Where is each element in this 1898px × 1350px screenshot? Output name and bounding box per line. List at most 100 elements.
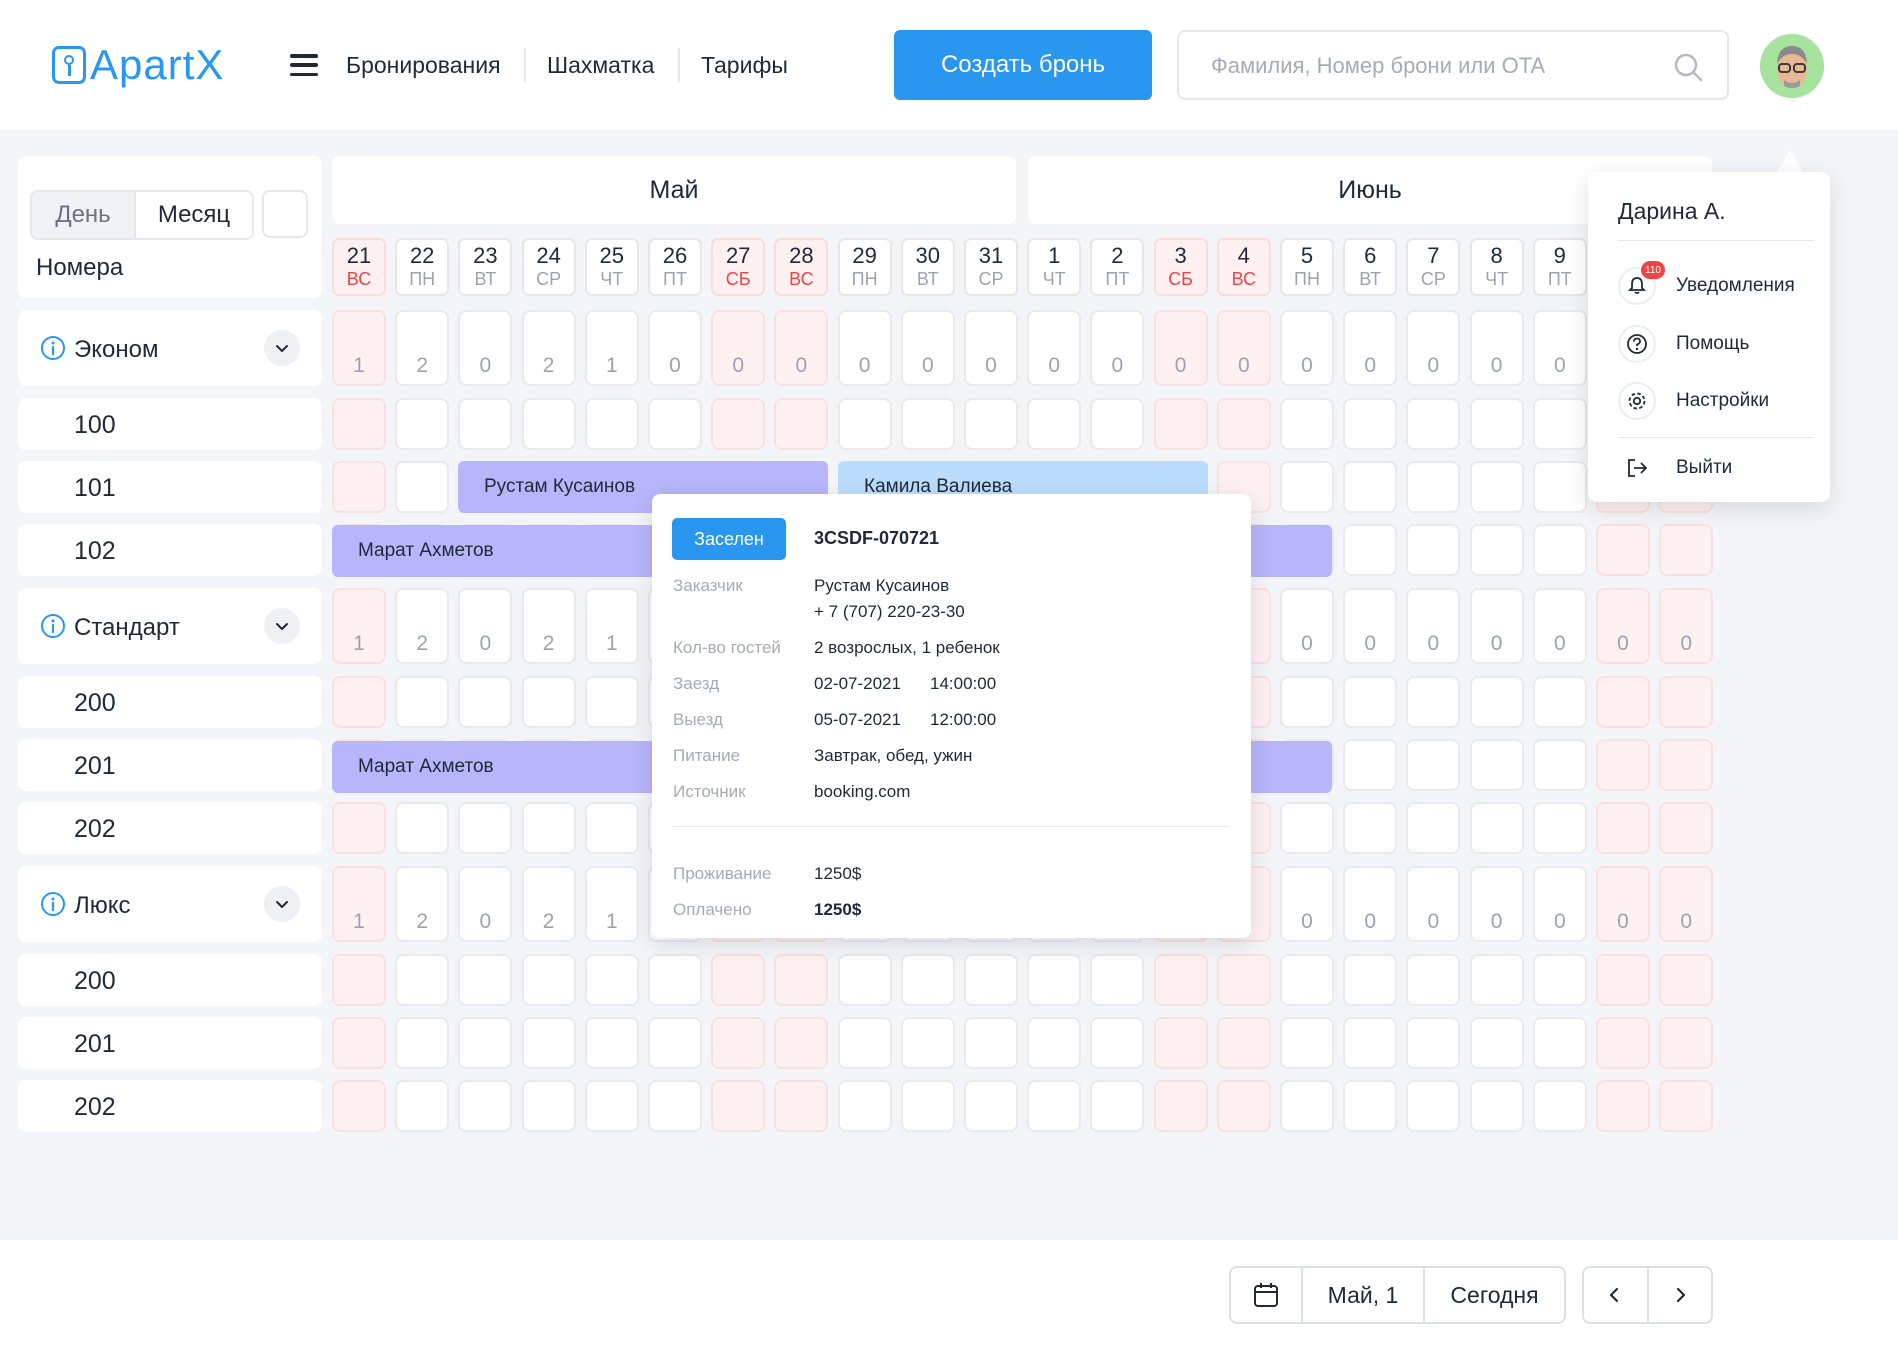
room-day-cell[interactable] bbox=[1659, 1080, 1714, 1132]
room-day-cell[interactable] bbox=[332, 676, 386, 728]
room-day-cell[interactable] bbox=[1469, 739, 1524, 791]
room-day-cell[interactable] bbox=[395, 954, 450, 1006]
room-day-cell[interactable] bbox=[1406, 802, 1461, 854]
room-day-cell[interactable] bbox=[900, 954, 955, 1006]
room-day-cell[interactable] bbox=[964, 398, 1018, 450]
room-day-cell[interactable] bbox=[1469, 802, 1524, 854]
room-day-cell[interactable] bbox=[648, 1080, 702, 1132]
room-day-cell[interactable] bbox=[711, 398, 766, 450]
room-day-cell[interactable] bbox=[900, 1017, 955, 1069]
today-button[interactable]: Сегодня bbox=[1425, 1268, 1564, 1322]
room-day-cell[interactable] bbox=[1532, 1017, 1587, 1069]
room-day-cell[interactable] bbox=[1532, 739, 1587, 791]
room-day-cell[interactable] bbox=[1280, 1017, 1334, 1069]
extra-toggle-button[interactable] bbox=[262, 190, 308, 238]
current-date-button[interactable]: Май, 1 bbox=[1303, 1268, 1425, 1322]
room-day-cell[interactable] bbox=[1280, 461, 1334, 513]
menu-notifications[interactable]: 110 Уведомления bbox=[1618, 261, 1814, 306]
room-day-cell[interactable] bbox=[1406, 461, 1461, 513]
room-day-cell[interactable] bbox=[1343, 739, 1398, 791]
room-day-cell[interactable] bbox=[1027, 1080, 1082, 1132]
room-day-cell[interactable] bbox=[458, 954, 513, 1006]
room-day-cell[interactable] bbox=[458, 676, 513, 728]
room-day-cell[interactable] bbox=[774, 1017, 829, 1069]
room-day-cell[interactable] bbox=[774, 398, 829, 450]
room-day-cell[interactable] bbox=[458, 802, 513, 854]
room-day-cell[interactable] bbox=[1343, 676, 1398, 728]
room-day-cell[interactable] bbox=[1469, 524, 1524, 576]
room-day-cell[interactable] bbox=[711, 1080, 766, 1132]
room-day-cell[interactable] bbox=[1659, 954, 1714, 1006]
menu-icon[interactable] bbox=[290, 54, 318, 76]
room-day-cell[interactable] bbox=[1406, 739, 1461, 791]
room-day-cell[interactable] bbox=[584, 398, 639, 450]
room-day-cell[interactable] bbox=[1406, 1080, 1461, 1132]
room-day-cell[interactable] bbox=[1406, 954, 1461, 1006]
room-day-cell[interactable] bbox=[964, 1017, 1018, 1069]
room-day-cell[interactable] bbox=[584, 1080, 639, 1132]
room-day-cell[interactable] bbox=[584, 1017, 639, 1069]
nav-bookings[interactable]: Бронирования bbox=[346, 46, 501, 84]
room-day-cell[interactable] bbox=[395, 1080, 450, 1132]
room-day-cell[interactable] bbox=[1532, 398, 1587, 450]
calendar-icon[interactable] bbox=[1231, 1268, 1303, 1322]
room-day-cell[interactable] bbox=[1532, 802, 1587, 854]
room-day-cell[interactable] bbox=[1659, 802, 1714, 854]
room-day-cell[interactable] bbox=[774, 1080, 829, 1132]
room-day-cell[interactable] bbox=[1090, 1017, 1145, 1069]
room-day-cell[interactable] bbox=[1469, 461, 1524, 513]
room-day-cell[interactable] bbox=[521, 954, 576, 1006]
room-day-cell[interactable] bbox=[1153, 1080, 1208, 1132]
chevron-right-icon[interactable] bbox=[1649, 1268, 1712, 1322]
chevron-down-icon[interactable] bbox=[264, 608, 300, 644]
room-day-cell[interactable] bbox=[332, 802, 386, 854]
room-day-cell[interactable] bbox=[1596, 676, 1650, 728]
room-day-cell[interactable] bbox=[711, 954, 766, 1006]
room-day-cell[interactable] bbox=[1343, 461, 1398, 513]
room-day-cell[interactable] bbox=[648, 398, 702, 450]
nav-rates[interactable]: Тарифы bbox=[701, 46, 788, 84]
room-day-cell[interactable] bbox=[1280, 676, 1334, 728]
room-day-cell[interactable] bbox=[1027, 398, 1082, 450]
info-icon[interactable] bbox=[40, 891, 66, 917]
view-day-button[interactable]: День bbox=[32, 192, 136, 238]
room-day-cell[interactable] bbox=[395, 802, 450, 854]
room-day-cell[interactable] bbox=[900, 1080, 955, 1132]
room-day-cell[interactable] bbox=[332, 1017, 386, 1069]
room-day-cell[interactable] bbox=[1280, 954, 1334, 1006]
room-day-cell[interactable] bbox=[837, 954, 892, 1006]
room-day-cell[interactable] bbox=[521, 676, 576, 728]
room-day-cell[interactable] bbox=[332, 1080, 386, 1132]
room-day-cell[interactable] bbox=[521, 802, 576, 854]
room-day-cell[interactable] bbox=[1153, 398, 1208, 450]
room-day-cell[interactable] bbox=[1343, 1080, 1398, 1132]
room-day-cell[interactable] bbox=[1469, 954, 1524, 1006]
room-day-cell[interactable] bbox=[1406, 524, 1461, 576]
room-day-cell[interactable] bbox=[395, 461, 450, 513]
room-day-cell[interactable] bbox=[521, 1080, 576, 1132]
room-day-cell[interactable] bbox=[1532, 461, 1587, 513]
room-day-cell[interactable] bbox=[1532, 524, 1587, 576]
search-icon[interactable] bbox=[1671, 50, 1705, 84]
room-day-cell[interactable] bbox=[1280, 802, 1334, 854]
room-day-cell[interactable] bbox=[964, 1080, 1018, 1132]
room-day-cell[interactable] bbox=[837, 398, 892, 450]
room-day-cell[interactable] bbox=[1027, 1017, 1082, 1069]
room-day-cell[interactable] bbox=[1469, 1017, 1524, 1069]
nav-chessboard[interactable]: Шахматка bbox=[547, 46, 654, 84]
room-day-cell[interactable] bbox=[964, 954, 1018, 1006]
room-day-cell[interactable] bbox=[458, 398, 513, 450]
room-day-cell[interactable] bbox=[1153, 1017, 1208, 1069]
create-booking-button[interactable]: Создать бронь bbox=[894, 30, 1152, 100]
room-day-cell[interactable] bbox=[1153, 954, 1208, 1006]
room-day-cell[interactable] bbox=[395, 1017, 450, 1069]
room-day-cell[interactable] bbox=[1659, 739, 1714, 791]
room-day-cell[interactable] bbox=[1280, 1080, 1334, 1132]
room-day-cell[interactable] bbox=[1406, 398, 1461, 450]
room-day-cell[interactable] bbox=[458, 1080, 513, 1132]
view-month-button[interactable]: Месяц bbox=[136, 192, 252, 238]
room-day-cell[interactable] bbox=[1090, 954, 1145, 1006]
room-day-cell[interactable] bbox=[1216, 398, 1271, 450]
room-day-cell[interactable] bbox=[1216, 1017, 1271, 1069]
room-day-cell[interactable] bbox=[1027, 954, 1082, 1006]
